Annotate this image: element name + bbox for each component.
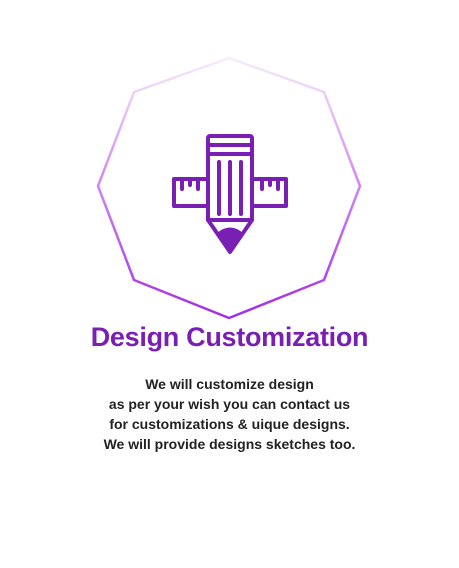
description-line: as per your wish you can contact us [108,396,351,412]
description-line: for customizations & uique designs. [109,416,350,432]
service-card: Design Customization We will customize d… [0,0,459,568]
pencil-ruler-icon [172,134,288,254]
card-description: We will customize design as per your wis… [0,374,459,454]
description-line: We will customize design [145,376,314,392]
card-title: Design Customization [90,322,369,352]
description-line: We will provide designs sketches too. [103,436,356,452]
